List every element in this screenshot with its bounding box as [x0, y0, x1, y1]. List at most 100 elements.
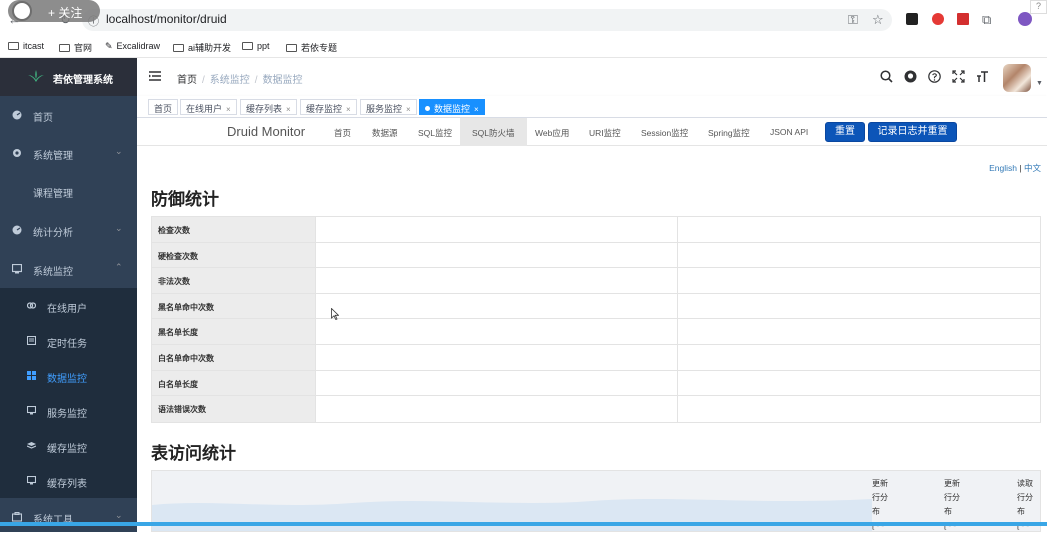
reset-button[interactable]: 重置 — [825, 122, 865, 142]
sidebar-item-course[interactable]: 课程管理 — [0, 172, 137, 210]
bookmarks-bar: itcast 官网 ✎ Excalidraw ai辅助开发 ppt 若依专题 — [0, 36, 1047, 58]
breadcrumb: 首页 / 系统监控 / 数据监控 — [177, 75, 303, 86]
bookmark-ruoyi[interactable]: 若依专题 — [286, 41, 337, 54]
defense-title: 防御统计 — [151, 190, 219, 209]
pen-icon: ✎ — [105, 41, 113, 51]
active-dot-icon — [425, 106, 430, 111]
sidebar-item-cache-monitor[interactable]: 缓存监控 — [0, 428, 137, 463]
breadcrumb-home[interactable]: 首页 — [177, 75, 197, 86]
close-icon[interactable]: × — [286, 105, 291, 114]
table-row: 硬检查次数 — [152, 242, 1040, 269]
druid-nav-wall[interactable]: SQL防火墙 — [460, 118, 527, 146]
lang-chinese-link[interactable]: 中文 — [1024, 163, 1041, 173]
avatar[interactable] — [1003, 64, 1031, 92]
github-icon[interactable] — [904, 70, 917, 83]
video-progress-bar[interactable] — [0, 522, 1047, 526]
bookmark-ai-dev[interactable]: ai辅助开发 — [173, 41, 231, 54]
sidebar-item-monitor[interactable]: 系统监控 ⌃ — [0, 250, 137, 288]
bookmark-excalidraw[interactable]: ✎ Excalidraw — [105, 41, 160, 52]
druid-icon — [27, 371, 36, 380]
lang-english-link[interactable]: English — [989, 163, 1017, 173]
tool-icon — [12, 512, 22, 522]
tags-view: 首页 在线用户 × 缓存列表 × 缓存监控 × 服务监控 × 数据监控 × — [137, 96, 1047, 118]
breadcrumb-druid: 数据监控 — [262, 75, 303, 86]
close-icon[interactable]: × — [474, 105, 479, 114]
table-row: 非法次数 — [152, 268, 1040, 294]
table-stats-title: 表访问统计 — [151, 444, 236, 463]
content-area: English | 中文 防御统计 检查次数 硬检查次数 非法次数 黑名单命中次… — [137, 146, 1047, 532]
puzzle-icon[interactable]: ⧉ — [982, 12, 991, 28]
close-icon[interactable]: × — [226, 105, 231, 114]
druid-nav-sql[interactable]: SQL监控 — [418, 127, 452, 139]
druid-nav-home[interactable]: 首页 — [334, 127, 351, 139]
search-icon[interactable] — [880, 70, 893, 83]
server-icon — [27, 406, 36, 415]
log-and-reset-button[interactable]: 记录日志并重置 — [868, 122, 957, 142]
star-icon[interactable]: ☆ — [872, 12, 884, 28]
key-icon[interactable]: ⚿ — [848, 12, 858, 28]
tag-online-users[interactable]: 在线用户 × — [180, 99, 237, 115]
mouse-cursor-icon — [331, 308, 339, 320]
sidebar-item-stats[interactable]: 统计分析 ⌄ — [0, 211, 137, 249]
font-size-icon[interactable] — [976, 70, 989, 83]
follow-badge[interactable]: + 关注 — [8, 0, 100, 22]
chevron-down-icon: ⌄ — [115, 510, 123, 520]
sidebar-item-server[interactable]: 服务监控 — [0, 393, 137, 428]
druid-nav-json-api[interactable]: JSON API — [770, 127, 808, 137]
defense-table: 检查次数 硬检查次数 非法次数 黑名单命中次数 黑名单长度 白名单命中次数 白名… — [151, 216, 1041, 423]
close-icon[interactable]: × — [346, 105, 351, 114]
druid-nav-uri[interactable]: URI监控 — [589, 127, 621, 139]
close-icon[interactable]: × — [406, 105, 411, 114]
folder-icon — [59, 44, 70, 52]
table-row: 检查次数 — [152, 217, 1040, 243]
tag-server-monitor[interactable]: 服务监控 × — [360, 99, 417, 115]
sidebar-item-druid[interactable]: 数据监控 — [0, 358, 137, 393]
druid-nav-spring[interactable]: Spring监控 — [708, 127, 750, 139]
fe-extension-icon[interactable] — [957, 13, 969, 25]
fullscreen-icon[interactable] — [952, 70, 965, 83]
tag-home[interactable]: 首页 — [148, 99, 179, 115]
online-icon — [27, 302, 36, 309]
channel-avatar — [12, 1, 32, 21]
url-text[interactable]: localhost/monitor/druid — [106, 12, 227, 26]
sidebar-item-jobs[interactable]: 定时任务 — [0, 323, 137, 358]
navbar: 首页 / 系统监控 / 数据监控 ▼ — [137, 58, 1047, 96]
sidebar-item-tools[interactable]: 系统工具 ⌄ — [0, 498, 137, 536]
folder-icon — [8, 42, 19, 50]
hamburger-icon[interactable] — [149, 71, 161, 81]
druid-navbar: Druid Monitor 首页 数据源 SQL监控 SQL防火墙 Web应用 … — [137, 118, 1047, 146]
question-icon[interactable] — [928, 70, 941, 83]
sidebar-item-online-users[interactable]: 在线用户 — [0, 288, 137, 323]
extension-icon[interactable] — [906, 13, 918, 25]
druid-nav-datasource[interactable]: 数据源 — [372, 127, 398, 139]
bookmark-itcast[interactable]: itcast — [8, 41, 44, 51]
folder-icon — [286, 44, 297, 52]
help-icon[interactable]: ? — [1030, 0, 1047, 14]
table-row: 白名单命中次数 — [152, 344, 1040, 371]
sidebar-item-home[interactable]: 首页 — [0, 96, 137, 134]
tag-cache-monitor[interactable]: 缓存监控 × — [300, 99, 357, 115]
folder-icon — [173, 44, 184, 52]
folder-icon — [242, 42, 253, 50]
druid-nav-webapp[interactable]: Web应用 — [535, 127, 569, 139]
job-icon — [27, 336, 36, 345]
chevron-up-icon: ⌃ — [115, 262, 123, 272]
sidebar-item-cache-list[interactable]: 缓存列表 — [0, 463, 137, 498]
sidebar-logo[interactable]: 若依管理系统 — [0, 58, 137, 96]
bookmark-official[interactable]: 官网 — [59, 41, 92, 54]
redis-icon — [27, 442, 36, 449]
tag-druid[interactable]: 数据监控 × — [419, 99, 485, 115]
sidebar: 若依管理系统 首页 系统管理 ⌄ 课程管理 统计分析 ⌄ 系统监控 ⌃ 在线用户… — [0, 58, 137, 532]
sidebar-item-system[interactable]: 系统管理 ⌄ — [0, 134, 137, 172]
gear-icon — [13, 149, 21, 157]
caret-down-icon[interactable]: ▼ — [1036, 80, 1043, 87]
profile-icon[interactable] — [1018, 12, 1032, 26]
druid-nav-session[interactable]: Session监控 — [641, 127, 688, 139]
tag-cache-list[interactable]: 缓存列表 × — [240, 99, 297, 115]
adblock-icon[interactable] — [932, 13, 944, 25]
druid-brand[interactable]: Druid Monitor — [227, 124, 305, 139]
bookmark-ppt[interactable]: ppt — [242, 41, 270, 51]
chevron-down-icon: ⌄ — [115, 146, 123, 156]
list-icon — [27, 476, 36, 485]
dashboard-icon — [12, 110, 22, 120]
